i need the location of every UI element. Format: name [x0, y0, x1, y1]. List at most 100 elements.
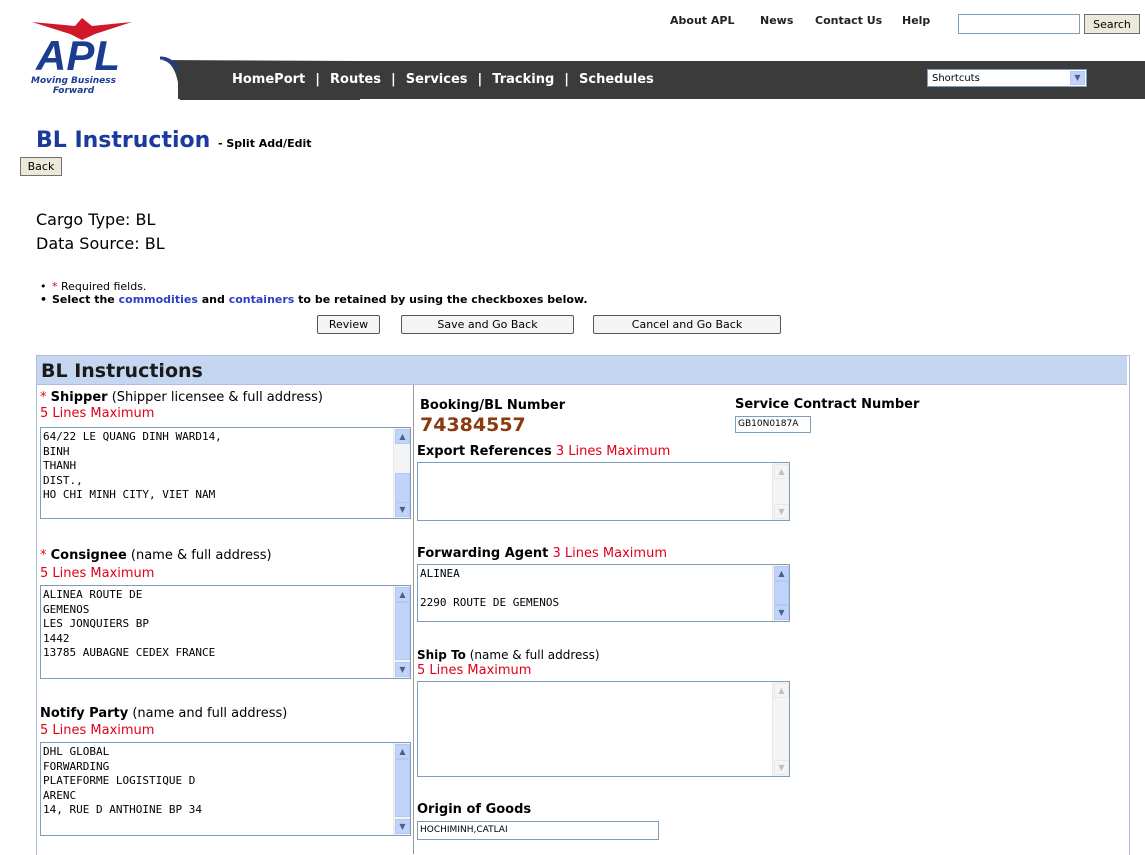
required-text: Required fields. — [61, 280, 147, 293]
instructions-list: * Required fields. Select the commoditie… — [40, 280, 588, 306]
export-refs-label: Export References 3 Lines Maximum — [417, 444, 670, 460]
scroll-up-icon[interactable]: ▲ — [774, 566, 789, 581]
top-link-contact[interactable]: Contact Us — [815, 14, 882, 27]
scroll-up-icon[interactable]: ▲ — [395, 744, 410, 759]
origin-label: Origin of Goods — [417, 802, 532, 817]
save-and-go-back-button[interactable]: Save and Go Back — [401, 315, 574, 334]
consignee-value: ALINEA ROUTE DE GEMENOS LES JONQUIERS BP… — [43, 588, 216, 659]
scrollbar[interactable]: ▲ ▼ — [772, 682, 789, 776]
scrollbar[interactable]: ▲ ▼ — [772, 565, 789, 621]
containers-link[interactable]: containers — [229, 293, 295, 306]
origin-field[interactable]: HOCHIMINH,CATLAI — [417, 821, 659, 840]
search-button[interactable]: Search — [1084, 14, 1140, 34]
notify-label-text: Notify Party — [40, 706, 129, 721]
nav-separator: | — [564, 72, 570, 87]
back-button[interactable]: Back — [20, 157, 62, 176]
cargo-type: Cargo Type: BL — [36, 210, 156, 229]
consignee-textarea[interactable]: ALINEA ROUTE DE GEMENOS LES JONQUIERS BP… — [40, 585, 411, 679]
notify-hint: (name and full address) — [132, 706, 288, 721]
shipper-textarea[interactable]: 64/22 LE QUANG DINH WARD14, BINH THANH D… — [40, 427, 411, 519]
ship-to-label: Ship To (name & full address) — [417, 647, 600, 663]
scroll-up-icon[interactable]: ▲ — [774, 464, 789, 479]
service-contract-label: Service Contract Number — [735, 397, 920, 412]
nav-tracking[interactable]: Tracking — [492, 72, 554, 87]
tagline-line1: Moving Business — [30, 76, 116, 86]
nav-separator: | — [390, 72, 396, 87]
shipper-label: * Shipper (Shipper licensee & full addre… — [40, 390, 323, 406]
forwarding-agent-label-text: Forwarding Agent — [417, 546, 549, 561]
forwarding-agent-textarea[interactable]: ALINEA 2290 ROUTE DE GEMENOS ▲ ▼ — [417, 564, 790, 622]
notify-max: 5 Lines Maximum — [40, 723, 155, 738]
forwarding-agent-label: Forwarding Agent 3 Lines Maximum — [417, 546, 667, 562]
export-refs-label-text: Export References — [417, 444, 552, 459]
ship-to-value — [418, 682, 789, 686]
required-star: * — [40, 548, 47, 563]
nav-schedules[interactable]: Schedules — [579, 72, 654, 87]
scroll-thumb[interactable] — [395, 602, 410, 660]
page-title-text: BL Instruction — [36, 128, 211, 153]
service-contract-field[interactable]: GB10N0187A — [735, 416, 811, 433]
nav-services[interactable]: Services — [406, 72, 468, 87]
consignee-max: 5 Lines Maximum — [40, 566, 155, 581]
search-input[interactable] — [958, 14, 1080, 34]
cancel-and-go-back-button[interactable]: Cancel and Go Back — [593, 315, 781, 334]
scroll-down-icon[interactable]: ▼ — [774, 760, 789, 775]
scroll-thumb[interactable] — [774, 581, 789, 605]
scroll-down-icon[interactable]: ▼ — [395, 819, 410, 834]
consignee-hint: (name & full address) — [130, 548, 272, 563]
scroll-down-icon[interactable]: ▼ — [774, 504, 789, 519]
shipper-hint: (Shipper licensee & full address) — [111, 390, 323, 405]
page-subtitle: - Split Add/Edit — [217, 137, 312, 150]
notify-textarea[interactable]: DHL GLOBAL FORWARDING PLATEFORME LOGISTI… — [40, 742, 411, 836]
tagline: Moving Business Forward — [26, 76, 121, 96]
select-note: Select the commodities and containers to… — [40, 293, 588, 306]
top-link-help[interactable]: Help — [902, 14, 930, 27]
notify-label: Notify Party (name and full address) — [40, 706, 287, 722]
page-title: BL Instruction - Split Add/Edit — [36, 128, 312, 153]
nav-homeport[interactable]: HomePort — [232, 72, 305, 87]
chevron-down-icon[interactable]: ▼ — [1070, 71, 1085, 85]
shipper-label-text: Shipper — [50, 390, 108, 405]
scroll-thumb[interactable] — [395, 473, 410, 503]
tagline-line2: Forward — [52, 86, 95, 96]
select-note-prefix: Select the — [52, 293, 115, 306]
scroll-up-icon[interactable]: ▲ — [395, 429, 410, 444]
scroll-down-icon[interactable]: ▼ — [774, 605, 789, 620]
shipper-max: 5 Lines Maximum — [40, 406, 155, 421]
scrollbar[interactable]: ▲ ▼ — [772, 463, 789, 520]
column-divider — [413, 385, 414, 854]
scrollbar[interactable]: ▲ ▼ — [393, 428, 410, 518]
scroll-down-icon[interactable]: ▼ — [395, 662, 410, 677]
scroll-up-icon[interactable]: ▲ — [395, 587, 410, 602]
nav-separator: | — [477, 72, 483, 87]
required-star: * — [40, 390, 47, 405]
nav-separator: | — [315, 72, 321, 87]
scroll-down-icon[interactable]: ▼ — [395, 502, 410, 517]
nav-routes[interactable]: Routes — [330, 72, 381, 87]
booking-label: Booking/BL Number — [420, 398, 566, 413]
scrollbar[interactable]: ▲ ▼ — [393, 743, 410, 835]
booking-number: 74384557 — [420, 414, 526, 436]
review-button[interactable]: Review — [317, 315, 380, 334]
export-refs-max: 3 Lines Maximum — [555, 444, 671, 459]
export-refs-value — [418, 463, 789, 467]
export-refs-textarea[interactable]: ▲ ▼ — [417, 462, 790, 521]
scrollbar[interactable]: ▲ ▼ — [393, 586, 410, 678]
top-link-about[interactable]: About APL — [670, 14, 734, 27]
select-note-suffix: to be retained by using the checkboxes b… — [298, 293, 588, 306]
shortcuts-select[interactable]: Shortcuts ▼ — [927, 69, 1087, 87]
scroll-up-icon[interactable]: ▲ — [774, 683, 789, 698]
shipper-value: 64/22 LE QUANG DINH WARD14, BINH THANH D… — [43, 430, 222, 501]
scroll-thumb[interactable] — [395, 759, 410, 817]
select-note-and: and — [201, 293, 225, 306]
commodities-link[interactable]: commodities — [119, 293, 198, 306]
ship-to-textarea[interactable]: ▲ ▼ — [417, 681, 790, 777]
shortcuts-value: Shortcuts — [932, 73, 980, 84]
svg-text:APL: APL — [35, 32, 120, 79]
notify-value: DHL GLOBAL FORWARDING PLATEFORME LOGISTI… — [43, 745, 202, 816]
ship-to-max: 5 Lines Maximum — [417, 663, 532, 678]
forwarding-agent-max: 3 Lines Maximum — [552, 546, 667, 561]
forwarding-agent-value: ALINEA 2290 ROUTE DE GEMENOS — [420, 567, 560, 609]
required-star: * — [52, 280, 58, 293]
top-link-news[interactable]: News — [760, 14, 793, 27]
